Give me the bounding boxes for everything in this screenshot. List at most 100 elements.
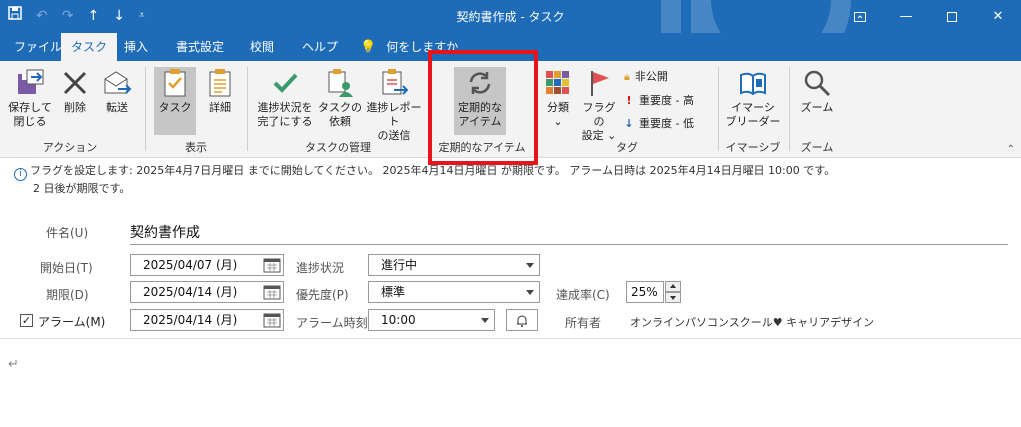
delete-label: 削除 xyxy=(64,101,86,114)
follow-up-label-1: フラグの xyxy=(582,101,616,128)
reminder-date-field[interactable]: 2025/04/14 (月) xyxy=(130,309,284,331)
info-text-1: フラグを設定します: 2025年4月7日月曜日 までに開始してください。 202… xyxy=(30,164,836,177)
calendar-icon[interactable] xyxy=(263,312,281,328)
spin-down-icon[interactable] xyxy=(665,292,681,303)
group-label-tags: タグ xyxy=(616,141,638,154)
mark-complete-button[interactable]: 進捗状況を 完了にする xyxy=(252,67,318,129)
high-importance-label: 重要度 - 高 xyxy=(639,94,694,107)
due-date-field[interactable]: 2025/04/14 (月) xyxy=(130,281,284,303)
due-date-value: 2025/04/14 (月) xyxy=(143,285,238,299)
immersive-label-2: ブリーダー xyxy=(725,115,781,128)
tab-insert[interactable]: 挿入 xyxy=(114,33,158,61)
forward-label: 転送 xyxy=(106,101,128,114)
chevron-down-icon: ⌄ xyxy=(553,115,563,128)
assign-task-button[interactable]: タスクの 依頼 xyxy=(318,67,362,129)
spin-up-icon[interactable] xyxy=(665,281,681,292)
reminder-date-value: 2025/04/14 (月) xyxy=(143,313,238,327)
owner-label: 所有者 xyxy=(565,316,602,330)
high-importance-button[interactable]: ! 重要度 - 高 xyxy=(624,93,694,109)
task-view-label: タスク xyxy=(158,101,192,114)
chevron-down-icon xyxy=(526,290,534,295)
tab-format[interactable]: 書式設定 xyxy=(166,33,234,61)
maximize-icon[interactable] xyxy=(929,0,975,33)
reminder-time-select[interactable]: 10:00 xyxy=(368,309,495,331)
task-view-button[interactable]: タスク xyxy=(154,67,196,135)
reminder-sound-button[interactable] xyxy=(506,309,538,331)
subject-label: 件名(U) xyxy=(46,226,89,240)
details-button[interactable]: 詳細 xyxy=(200,67,240,115)
group-zoom: ズーム ズーム xyxy=(792,61,842,158)
percent-complete-value: 25% xyxy=(631,285,658,299)
group-actions: 保存して 閉じる 削除 転送 アクション xyxy=(0,61,140,158)
ribbon-separator xyxy=(789,67,790,151)
collapse-ribbon-icon[interactable]: ⌃ xyxy=(1007,144,1015,155)
reminder-time-label: アラーム時刻 xyxy=(296,316,368,330)
title-bar: ↶ ↷ ↑ ↓ ⩡ 契約書作成 - タスク — ✕ xyxy=(0,0,1021,33)
group-label-actions: アクション xyxy=(42,141,98,154)
percent-complete-field[interactable]: 25% xyxy=(626,281,664,303)
ribbon-separator xyxy=(145,67,146,151)
categorize-icon xyxy=(540,67,576,99)
form-body-divider xyxy=(0,338,1021,339)
status-label: 進捗状況 xyxy=(296,261,345,275)
save-close-label-1: 保存して xyxy=(8,101,52,114)
lightbulb-icon: 💡 xyxy=(360,40,377,55)
percent-complete-stepper[interactable] xyxy=(665,281,681,303)
delete-button[interactable]: 削除 xyxy=(56,67,94,115)
tab-help[interactable]: ヘルプ xyxy=(292,33,348,61)
owner-value: オンラインパソコンスクール♥ キャリアデザイン xyxy=(630,316,875,329)
priority-value: 標準 xyxy=(381,285,406,299)
zoom-label: ズーム xyxy=(800,101,834,114)
start-date-label: 開始日(T) xyxy=(40,261,93,275)
save-close-icon xyxy=(12,67,48,99)
group-label-manage-task: タスクの管理 xyxy=(305,141,371,154)
ribbon-separator xyxy=(247,67,248,151)
calendar-icon[interactable] xyxy=(263,284,281,300)
paragraph-mark[interactable]: ↵ xyxy=(8,357,19,372)
subject-field[interactable]: 契約書作成 xyxy=(130,222,200,242)
reminder-checkbox[interactable]: ✓ xyxy=(20,314,33,327)
tab-task[interactable]: タスク xyxy=(61,33,118,61)
low-importance-label: 重要度 - 低 xyxy=(639,117,694,130)
ribbon-display-options-icon[interactable] xyxy=(837,0,883,33)
start-date-value: 2025/04/07 (月) xyxy=(143,258,238,272)
close-icon[interactable]: ✕ xyxy=(975,0,1021,33)
priority-label: 優先度(P) xyxy=(296,288,349,302)
status-report-icon xyxy=(376,67,412,99)
immersive-reader-button[interactable]: イマーシ ブリーダー xyxy=(724,67,782,129)
reminder-label: アラーム(M) xyxy=(38,315,106,329)
bell-icon xyxy=(517,315,527,327)
categorize-button[interactable]: 分類 ⌄ xyxy=(540,67,576,129)
mark-complete-label-1: 進捗状況を xyxy=(257,101,313,114)
group-label-zoom: ズーム xyxy=(800,141,834,154)
save-close-button[interactable]: 保存して 閉じる xyxy=(4,67,56,129)
ribbon-separator xyxy=(718,67,719,151)
details-label: 詳細 xyxy=(209,101,231,114)
flag-icon xyxy=(581,67,617,99)
immersive-reader-icon xyxy=(735,67,771,99)
magnifier-icon xyxy=(799,67,835,99)
subject-underline xyxy=(130,244,1008,245)
priority-select[interactable]: 標準 xyxy=(368,281,540,303)
assign-task-icon xyxy=(322,67,358,99)
exclamation-icon: ! xyxy=(626,94,632,107)
send-status-report-button[interactable]: 進捗レポート の送信 xyxy=(362,67,426,143)
categorize-label: 分類 xyxy=(547,101,569,114)
start-date-field[interactable]: 2025/04/07 (月) xyxy=(130,254,284,276)
group-view: タスク 詳細 表示 xyxy=(148,61,244,158)
percent-complete-label: 達成率(C) xyxy=(556,288,610,302)
calendar-icon[interactable] xyxy=(263,257,281,273)
zoom-button[interactable]: ズーム xyxy=(796,67,838,115)
group-label-immersive: イマーシブ xyxy=(725,141,781,154)
forward-icon xyxy=(99,67,135,99)
assign-label-1: タスクの xyxy=(318,101,362,114)
low-importance-button[interactable]: ↓ 重要度 - 低 xyxy=(624,116,694,132)
forward-button[interactable]: 転送 xyxy=(96,67,138,115)
due-date-label: 期限(D) xyxy=(46,288,89,302)
minimize-icon[interactable]: — xyxy=(883,0,929,33)
tab-review[interactable]: 校閲 xyxy=(240,33,284,61)
private-button[interactable]: 🔒︎ 非公開 xyxy=(624,69,668,85)
details-icon xyxy=(202,67,238,99)
follow-up-button[interactable]: フラグの 設定 ⌄ xyxy=(578,67,620,143)
status-select[interactable]: 進行中 xyxy=(368,254,540,276)
